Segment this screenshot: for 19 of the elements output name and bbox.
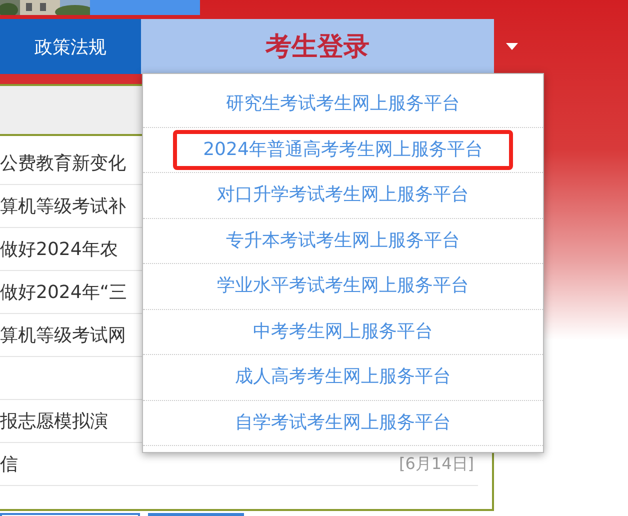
menu-item[interactable]: 对口升学考试考生网上服务平台 bbox=[189, 175, 497, 216]
news-date: [6月14日] bbox=[398, 454, 475, 474]
news-link[interactable]: 公费教育新变化 bbox=[0, 151, 126, 175]
menu-item[interactable]: 研究生考试考生网上服务平台 bbox=[198, 84, 488, 124]
news-link[interactable]: 做好2024年农 bbox=[0, 237, 118, 261]
news-link[interactable]: 信 bbox=[0, 452, 18, 476]
menu-item[interactable]: 2024年普通高考考生网上服务平台 bbox=[173, 130, 513, 170]
dropdown-caret-icon[interactable] bbox=[506, 43, 518, 50]
menu-item[interactable]: 自学考试考生网上服务平台 bbox=[207, 402, 479, 443]
menu-item[interactable]: 中考考生网上服务平台 bbox=[225, 312, 461, 352]
menu-item[interactable]: 成人高考考生网上服务平台 bbox=[207, 357, 479, 398]
news-link[interactable]: 算机等级考试网 bbox=[0, 323, 126, 347]
nav-tab[interactable]: 考生登录 bbox=[141, 19, 494, 74]
news-link[interactable]: 做好2024年“三 bbox=[0, 280, 128, 304]
menu-item[interactable]: 学业水平考试考生网上服务平台 bbox=[189, 266, 497, 306]
menu-item[interactable]: 专升本考试考生网上服务平台 bbox=[198, 220, 488, 261]
news-link[interactable]: 算机等级考试补 bbox=[0, 194, 126, 218]
nav-tab[interactable]: 政策法规 bbox=[0, 19, 141, 74]
news-link[interactable]: 报志愿模拟演 bbox=[0, 409, 108, 433]
